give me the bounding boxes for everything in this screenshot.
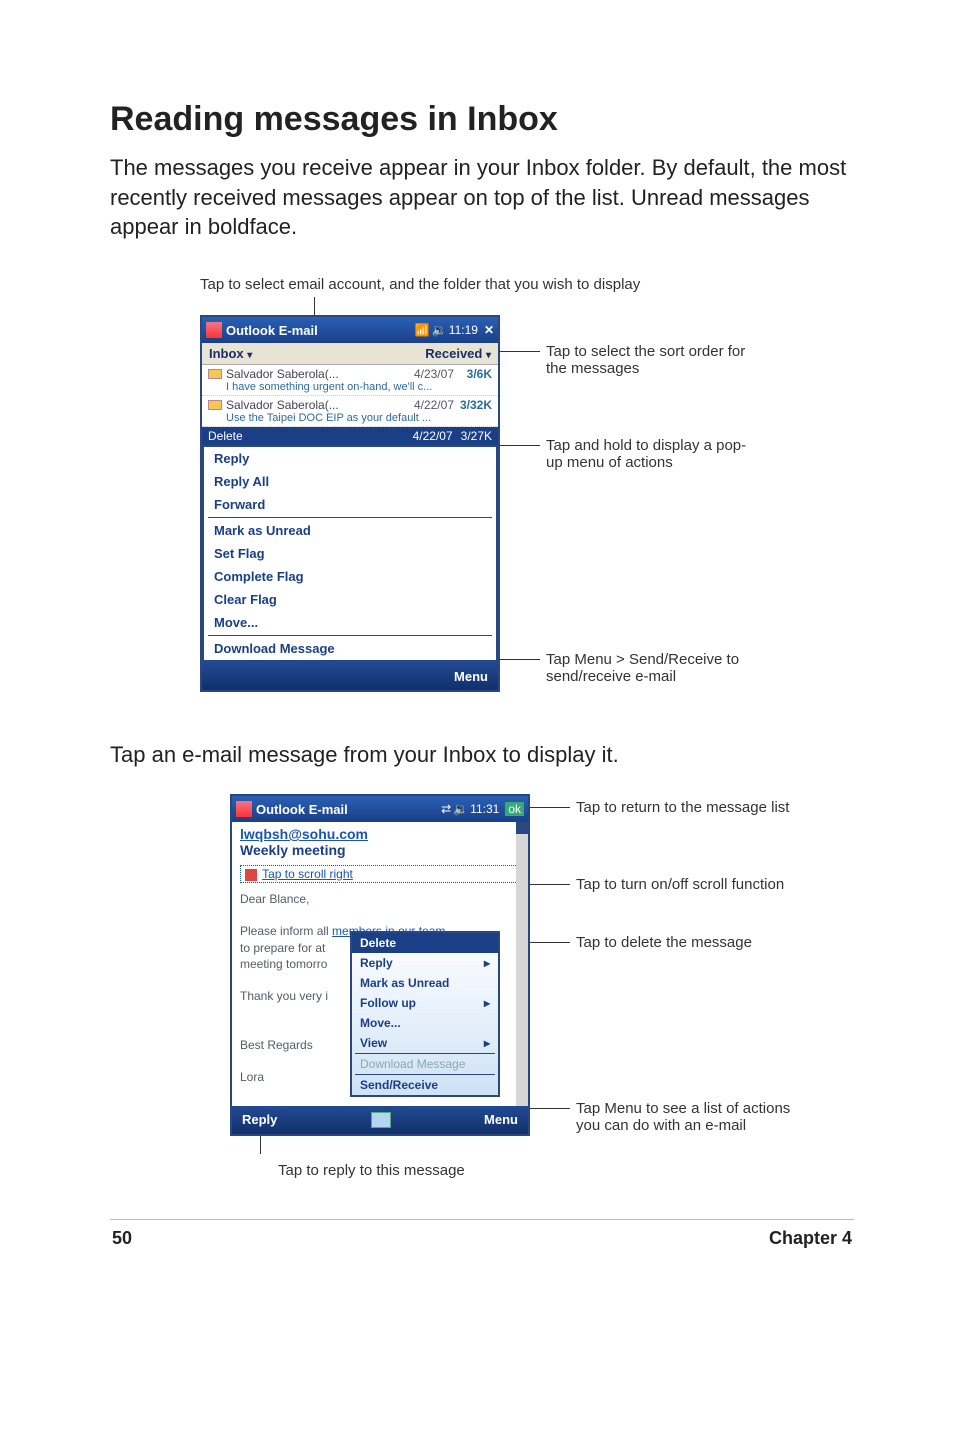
- selected-date: 4/22/07: [413, 429, 453, 443]
- caption2-leader-line: [260, 1134, 530, 1154]
- callout-return-list: Tap to return to the message list: [570, 799, 830, 816]
- message-row[interactable]: Salvador Saberola(... 4/22/07 3/32K Use …: [202, 396, 498, 427]
- callout-delete-message: Tap to delete the message: [570, 934, 830, 951]
- popup-move[interactable]: Move...: [352, 1013, 498, 1033]
- selected-row-delete[interactable]: Delete 4/22/07 3/27K: [202, 427, 498, 445]
- from-link[interactable]: lwqbsh@sohu.com: [240, 826, 368, 842]
- clock-text: 11:31: [470, 802, 499, 816]
- folder-selector[interactable]: Inbox ▾: [209, 346, 252, 361]
- window-titlebar: Outlook E-mail 📶 🔉 11:19 ✕: [202, 317, 498, 343]
- context-download-message[interactable]: Download Message: [204, 637, 496, 660]
- scrollbar[interactable]: [516, 822, 528, 1105]
- context-move[interactable]: Move...: [204, 611, 496, 634]
- context-mark-unread[interactable]: Mark as Unread: [204, 519, 496, 542]
- volume-icon: 🔉: [432, 323, 447, 337]
- window-title: Outlook E-mail: [256, 802, 441, 817]
- clock-text: 11:19: [449, 323, 478, 337]
- intro-paragraph: The messages you receive appear in your …: [110, 153, 854, 242]
- reply-softkey[interactable]: Reply: [242, 1112, 277, 1127]
- popup-reply[interactable]: Reply▸: [352, 953, 498, 973]
- keyboard-icon[interactable]: [371, 1112, 391, 1128]
- scroll-link[interactable]: Tap to scroll right: [262, 867, 353, 881]
- volume-icon: 🔉: [453, 802, 468, 816]
- subject-text: Weekly meeting: [240, 842, 520, 861]
- window-title: Outlook E-mail: [226, 323, 415, 338]
- ok-button[interactable]: ok: [505, 802, 524, 816]
- screenshot-inbox: Outlook E-mail 📶 🔉 11:19 ✕ Inbox ▾ Recei…: [200, 315, 500, 692]
- message-size: 3/32K: [458, 398, 492, 412]
- message-preview: I have something urgent on-hand, we'll c…: [208, 381, 492, 393]
- callout-scroll-toggle: Tap to turn on/off scroll function: [570, 876, 830, 893]
- context-menu: Reply Reply All Forward Mark as Unread S…: [202, 445, 498, 662]
- screenshot-message-view: Outlook E-mail ⇄ 🔉 11:31 ok lwqbsh@sohu.…: [230, 794, 530, 1135]
- popup-delete[interactable]: Delete: [352, 933, 498, 953]
- popup-send-receive[interactable]: Send/Receive: [352, 1075, 498, 1095]
- scroll-icon: [245, 869, 257, 881]
- callout-menu-sendreceive: Tap Menu > Send/Receive to send/receive …: [540, 651, 760, 685]
- envelope-icon: [208, 400, 222, 410]
- message-date: 4/23/07: [406, 367, 454, 381]
- message-preview: Use the Taipei DOC EIP as your default .…: [208, 412, 492, 424]
- chapter-label: Chapter 4: [769, 1228, 852, 1249]
- signal-icon: 📶: [415, 323, 430, 337]
- callout-menu-actions: Tap Menu to see a list of actions you ca…: [570, 1100, 800, 1134]
- popup-follow-up[interactable]: Follow up▸: [352, 993, 498, 1013]
- menu-softkey[interactable]: Menu: [484, 1112, 518, 1127]
- callout-sort-order: Tap to select the sort order for the mes…: [540, 343, 760, 377]
- caption-leader-line: [314, 297, 854, 317]
- popup-download-message: Download Message: [352, 1054, 498, 1074]
- context-clear-flag[interactable]: Clear Flag: [204, 588, 496, 611]
- popup-view[interactable]: View▸: [352, 1033, 498, 1053]
- footer-divider: [110, 1219, 854, 1220]
- message-sender: Salvador Saberola(...: [226, 367, 402, 381]
- context-forward[interactable]: Forward: [204, 493, 496, 516]
- envelope-icon: [208, 369, 222, 379]
- second-paragraph: Tap an e-mail message from your Inbox to…: [110, 742, 854, 768]
- figure2-caption-reply: Tap to reply to this message: [278, 1162, 530, 1179]
- sort-selector[interactable]: Received ▾: [425, 346, 491, 361]
- mail-popup-menu: Delete Reply▸ Mark as Unread Follow up▸ …: [350, 931, 500, 1097]
- menu-softkey[interactable]: Menu: [454, 669, 488, 684]
- context-reply[interactable]: Reply: [204, 447, 496, 470]
- page-heading: Reading messages in Inbox: [110, 100, 854, 139]
- context-complete-flag[interactable]: Complete Flag: [204, 565, 496, 588]
- conn-icon: ⇄: [441, 802, 451, 816]
- window-titlebar: Outlook E-mail ⇄ 🔉 11:31 ok: [232, 796, 528, 822]
- close-icon[interactable]: ✕: [484, 323, 494, 337]
- outlook-icon: [206, 322, 222, 338]
- message-row[interactable]: Salvador Saberola(... 4/23/07 3/6K I hav…: [202, 365, 498, 396]
- context-set-flag[interactable]: Set Flag: [204, 542, 496, 565]
- scroll-banner[interactable]: Tap to scroll right: [240, 865, 520, 883]
- mail-greeting: Dear Blance,: [240, 891, 520, 907]
- selected-size: 3/27K: [461, 429, 492, 443]
- page-number: 50: [112, 1228, 132, 1249]
- scroll-thumb[interactable]: [516, 822, 528, 834]
- outlook-icon: [236, 801, 252, 817]
- context-delete-label: Delete: [208, 429, 413, 443]
- callout-tap-hold: Tap and hold to display a pop-up menu of…: [540, 437, 760, 471]
- message-sender: Salvador Saberola(...: [226, 398, 402, 412]
- context-reply-all[interactable]: Reply All: [204, 470, 496, 493]
- popup-mark-unread[interactable]: Mark as Unread: [352, 973, 498, 993]
- message-size: 3/6K: [458, 367, 492, 381]
- message-date: 4/22/07: [406, 398, 454, 412]
- figure1-caption: Tap to select email account, and the fol…: [200, 276, 854, 293]
